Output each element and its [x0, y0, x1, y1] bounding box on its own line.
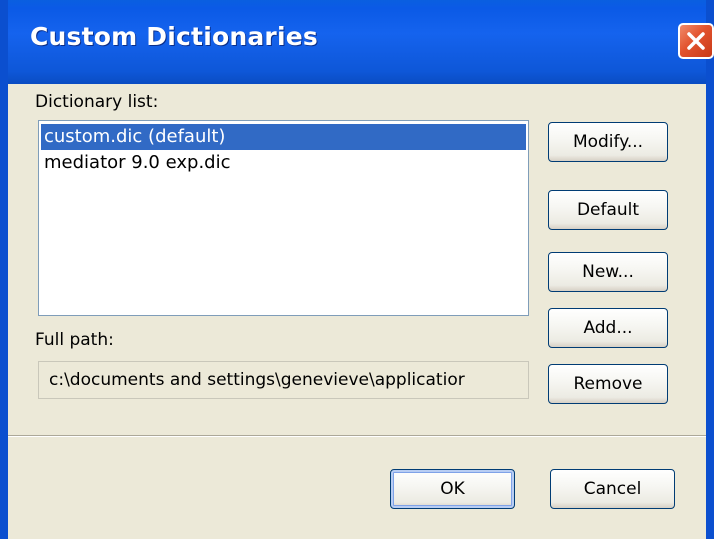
- default-button[interactable]: Default: [548, 190, 668, 230]
- remove-button[interactable]: Remove: [548, 364, 668, 404]
- list-item-custom-dic[interactable]: custom.dic (default): [41, 124, 526, 150]
- cancel-button[interactable]: Cancel: [550, 469, 675, 509]
- ok-button[interactable]: OK: [390, 469, 515, 509]
- modify-button[interactable]: Modify...: [548, 122, 668, 162]
- dialog-client-area: Dictionary list: custom.dic (default) me…: [0, 64, 714, 539]
- dictionary-list-label: Dictionary list:: [35, 92, 159, 112]
- custom-dictionaries-dialog: Dictionary list: custom.dic (default) me…: [0, 0, 714, 539]
- dialog-separator: [8, 435, 706, 437]
- window-title: Custom Dictionaries: [30, 22, 318, 51]
- new-button[interactable]: New...: [548, 252, 668, 292]
- full-path-field: c:\documents and settings\genevieve\appl…: [38, 361, 529, 399]
- title-bar[interactable]: Custom Dictionaries: [0, 0, 714, 84]
- close-button[interactable]: [678, 23, 714, 59]
- add-button[interactable]: Add...: [548, 308, 668, 348]
- list-item-mediator-dic[interactable]: mediator 9.0 exp.dic: [41, 150, 526, 176]
- dictionary-listbox[interactable]: custom.dic (default) mediator 9.0 exp.di…: [38, 120, 529, 316]
- close-icon: [687, 32, 705, 50]
- full-path-label: Full path:: [35, 330, 114, 350]
